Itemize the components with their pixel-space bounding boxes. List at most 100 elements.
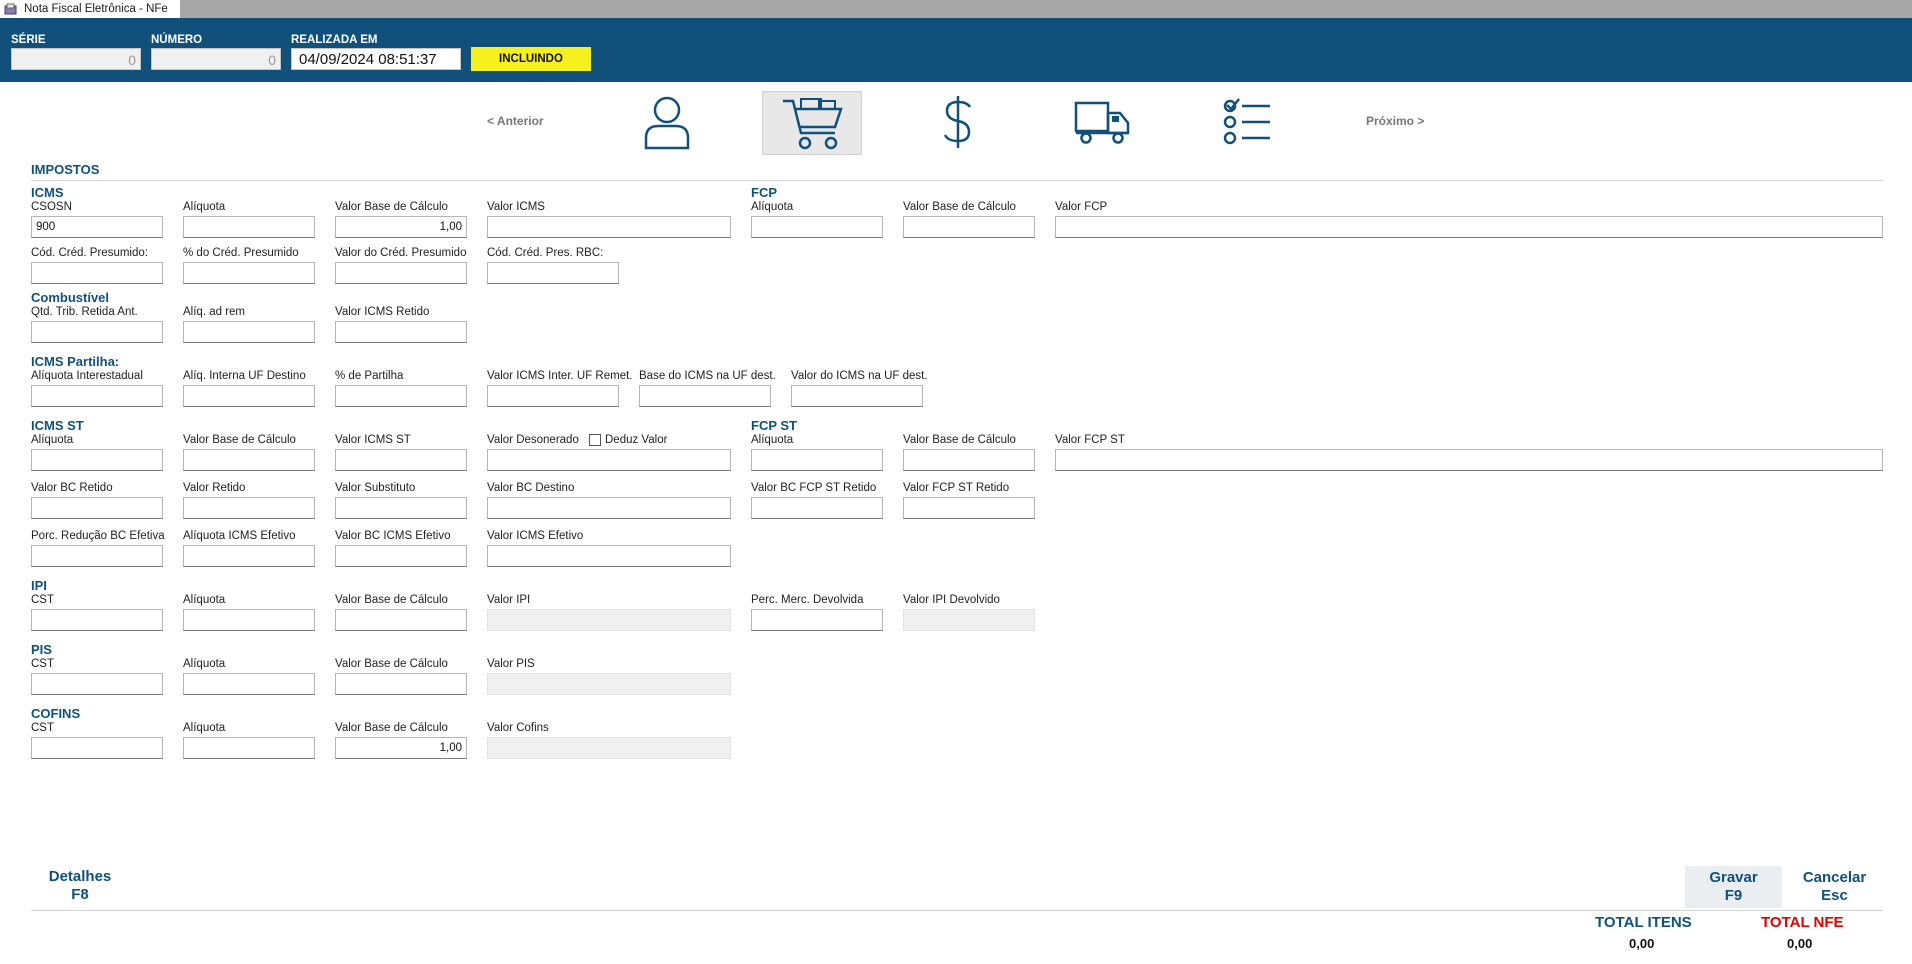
window-tab[interactable]: Nota Fiscal Eletrônica - NFe bbox=[0, 0, 180, 18]
numero-field[interactable]: 0 bbox=[151, 48, 281, 70]
icms-csosn-label: CSOSN bbox=[31, 201, 72, 213]
cod-rbc-field[interactable] bbox=[487, 262, 619, 284]
fcp-st-retido-field[interactable] bbox=[903, 497, 1035, 519]
pis-valor-label: Valor PIS bbox=[487, 658, 535, 670]
fcp-valor-field[interactable] bbox=[1055, 216, 1883, 238]
partilha-aliq-inter-field[interactable] bbox=[31, 385, 163, 407]
st-valor-efetivo-field[interactable] bbox=[487, 545, 731, 567]
cofins-base-label: Valor Base de Cálculo bbox=[335, 722, 448, 734]
st-bc-retido-label: Valor BC Retido bbox=[31, 482, 113, 494]
st-desonerado-field[interactable] bbox=[487, 449, 731, 471]
user-icon bbox=[644, 96, 690, 150]
fcp-st-aliquota-label: Alíquota bbox=[751, 434, 794, 446]
icms-valor-field[interactable] bbox=[487, 216, 731, 238]
st-substituto-label: Valor Substituto bbox=[335, 482, 416, 494]
ipi-aliquota-field[interactable] bbox=[183, 609, 315, 631]
step-transporte[interactable] bbox=[1052, 90, 1152, 154]
combustivel-title: Combustível bbox=[31, 290, 110, 305]
partilha-valor-inter-label: Valor ICMS Inter. UF Remet. bbox=[487, 370, 633, 382]
gravar-button[interactable]: Gravar F9 bbox=[1685, 866, 1782, 908]
partilha-valor-dest-field[interactable] bbox=[791, 385, 923, 407]
cofins-base-field[interactable]: 1,00 bbox=[335, 737, 467, 759]
numero-label: NÚMERO bbox=[151, 34, 203, 46]
st-bc-destino-label: Valor BC Destino bbox=[487, 482, 575, 494]
cofins-valor-field bbox=[487, 737, 731, 759]
st-porc-reducao-field[interactable] bbox=[31, 545, 163, 567]
fcp-st-retido-label: Valor FCP ST Retido bbox=[903, 482, 1010, 494]
fcp-st-valor-field[interactable] bbox=[1055, 449, 1883, 471]
st-aliq-efetivo-field[interactable] bbox=[183, 545, 315, 567]
next-link[interactable]: Próximo > bbox=[1366, 114, 1424, 128]
st-bc-efetivo-field[interactable] bbox=[335, 545, 467, 567]
serie-field[interactable]: 0 bbox=[11, 48, 141, 70]
ipi-base-field[interactable] bbox=[335, 609, 467, 631]
partilha-base-dest-field[interactable] bbox=[639, 385, 771, 407]
deduz-valor-checkbox[interactable] bbox=[589, 434, 601, 446]
fcp-st-aliquota-field[interactable] bbox=[751, 449, 883, 471]
fcp-st-bc-retido-label: Valor BC FCP ST Retido bbox=[751, 482, 877, 494]
st-aliquota-field[interactable] bbox=[31, 449, 163, 471]
fcp-st-base-field[interactable] bbox=[903, 449, 1035, 471]
app-icon bbox=[4, 3, 17, 15]
realizada-field[interactable]: 04/09/2024 08:51:37 bbox=[291, 48, 461, 70]
pis-cst-field[interactable] bbox=[31, 673, 163, 695]
st-valor-label: Valor ICMS ST bbox=[335, 434, 411, 446]
fcp-base-field[interactable] bbox=[903, 216, 1035, 238]
icms-base-field[interactable]: 1,00 bbox=[335, 216, 467, 238]
comb-aliq-field[interactable] bbox=[183, 321, 315, 343]
partilha-perc-label: % de Partilha bbox=[335, 370, 404, 382]
icms-aliquota-field[interactable] bbox=[183, 216, 315, 238]
ipi-devolvido-label: Valor IPI Devolvido bbox=[903, 594, 1000, 606]
fcp-aliquota-field[interactable] bbox=[751, 216, 883, 238]
step-itens[interactable] bbox=[762, 91, 862, 155]
cart-icon bbox=[783, 98, 843, 150]
partilha-aliq-interna-field[interactable] bbox=[183, 385, 315, 407]
comb-aliq-label: Alíq. ad rem bbox=[183, 306, 245, 318]
st-valor-field[interactable] bbox=[335, 449, 467, 471]
st-base-field[interactable] bbox=[183, 449, 315, 471]
ipi-valor-label: Valor IPI bbox=[487, 594, 531, 606]
gravar-shortcut: F9 bbox=[1724, 887, 1743, 904]
st-bc-retido-field[interactable] bbox=[31, 497, 163, 519]
window-titlebar: Nota Fiscal Eletrônica - NFe bbox=[0, 0, 1912, 18]
status-badge: INCLUINDO bbox=[471, 47, 591, 71]
cofins-aliquota-field[interactable] bbox=[183, 737, 315, 759]
step-pagamento[interactable] bbox=[908, 90, 1008, 154]
comb-valor-field[interactable] bbox=[335, 321, 467, 343]
partilha-aliq-inter-label: Alíquota Interestadual bbox=[31, 370, 143, 382]
ipi-perc-merc-label: Perc. Merc. Devolvida bbox=[751, 594, 864, 606]
fcp-st-base-label: Valor Base de Cálculo bbox=[903, 434, 1016, 446]
ipi-cst-field[interactable] bbox=[31, 609, 163, 631]
cofins-valor-label: Valor Cofins bbox=[487, 722, 549, 734]
ipi-base-label: Valor Base de Cálculo bbox=[335, 594, 448, 606]
detalhes-label: Detalhes bbox=[48, 868, 112, 885]
partilha-title: ICMS Partilha: bbox=[31, 354, 120, 369]
step-cliente[interactable] bbox=[617, 90, 717, 154]
valor-cred-field[interactable] bbox=[335, 262, 467, 284]
comb-qtd-field[interactable] bbox=[31, 321, 163, 343]
cod-cred-field[interactable] bbox=[31, 262, 163, 284]
prev-link[interactable]: < Anterior bbox=[487, 114, 544, 128]
cod-cred-label: Cód. Créd. Presumido: bbox=[31, 247, 148, 259]
pis-aliquota-field[interactable] bbox=[183, 673, 315, 695]
pis-base-field[interactable] bbox=[335, 673, 467, 695]
cofins-cst-field[interactable] bbox=[31, 737, 163, 759]
ipi-perc-merc-field[interactable] bbox=[751, 609, 883, 631]
detalhes-button[interactable]: Detalhes F8 bbox=[40, 868, 120, 904]
partilha-valor-inter-field[interactable] bbox=[487, 385, 619, 407]
partilha-perc-field[interactable] bbox=[335, 385, 467, 407]
st-base-label: Valor Base de Cálculo bbox=[183, 434, 296, 446]
perc-cred-field[interactable] bbox=[183, 262, 315, 284]
cancelar-button[interactable]: Cancelar Esc bbox=[1786, 866, 1883, 908]
step-finalizar[interactable] bbox=[1197, 90, 1297, 154]
total-itens-label: TOTAL ITENS bbox=[1595, 914, 1692, 931]
st-bc-efetivo-label: Valor BC ICMS Efetivo bbox=[335, 530, 451, 542]
st-substituto-field[interactable] bbox=[335, 497, 467, 519]
st-valor-efetivo-label: Valor ICMS Efetivo bbox=[487, 530, 584, 542]
st-bc-destino-field[interactable] bbox=[487, 497, 731, 519]
footer-divider bbox=[31, 910, 1883, 911]
icms-csosn-field[interactable]: 900 bbox=[31, 216, 163, 238]
st-retido-field[interactable] bbox=[183, 497, 315, 519]
fcp-st-bc-retido-field[interactable] bbox=[751, 497, 883, 519]
realizada-label: REALIZADA EM bbox=[291, 34, 378, 46]
